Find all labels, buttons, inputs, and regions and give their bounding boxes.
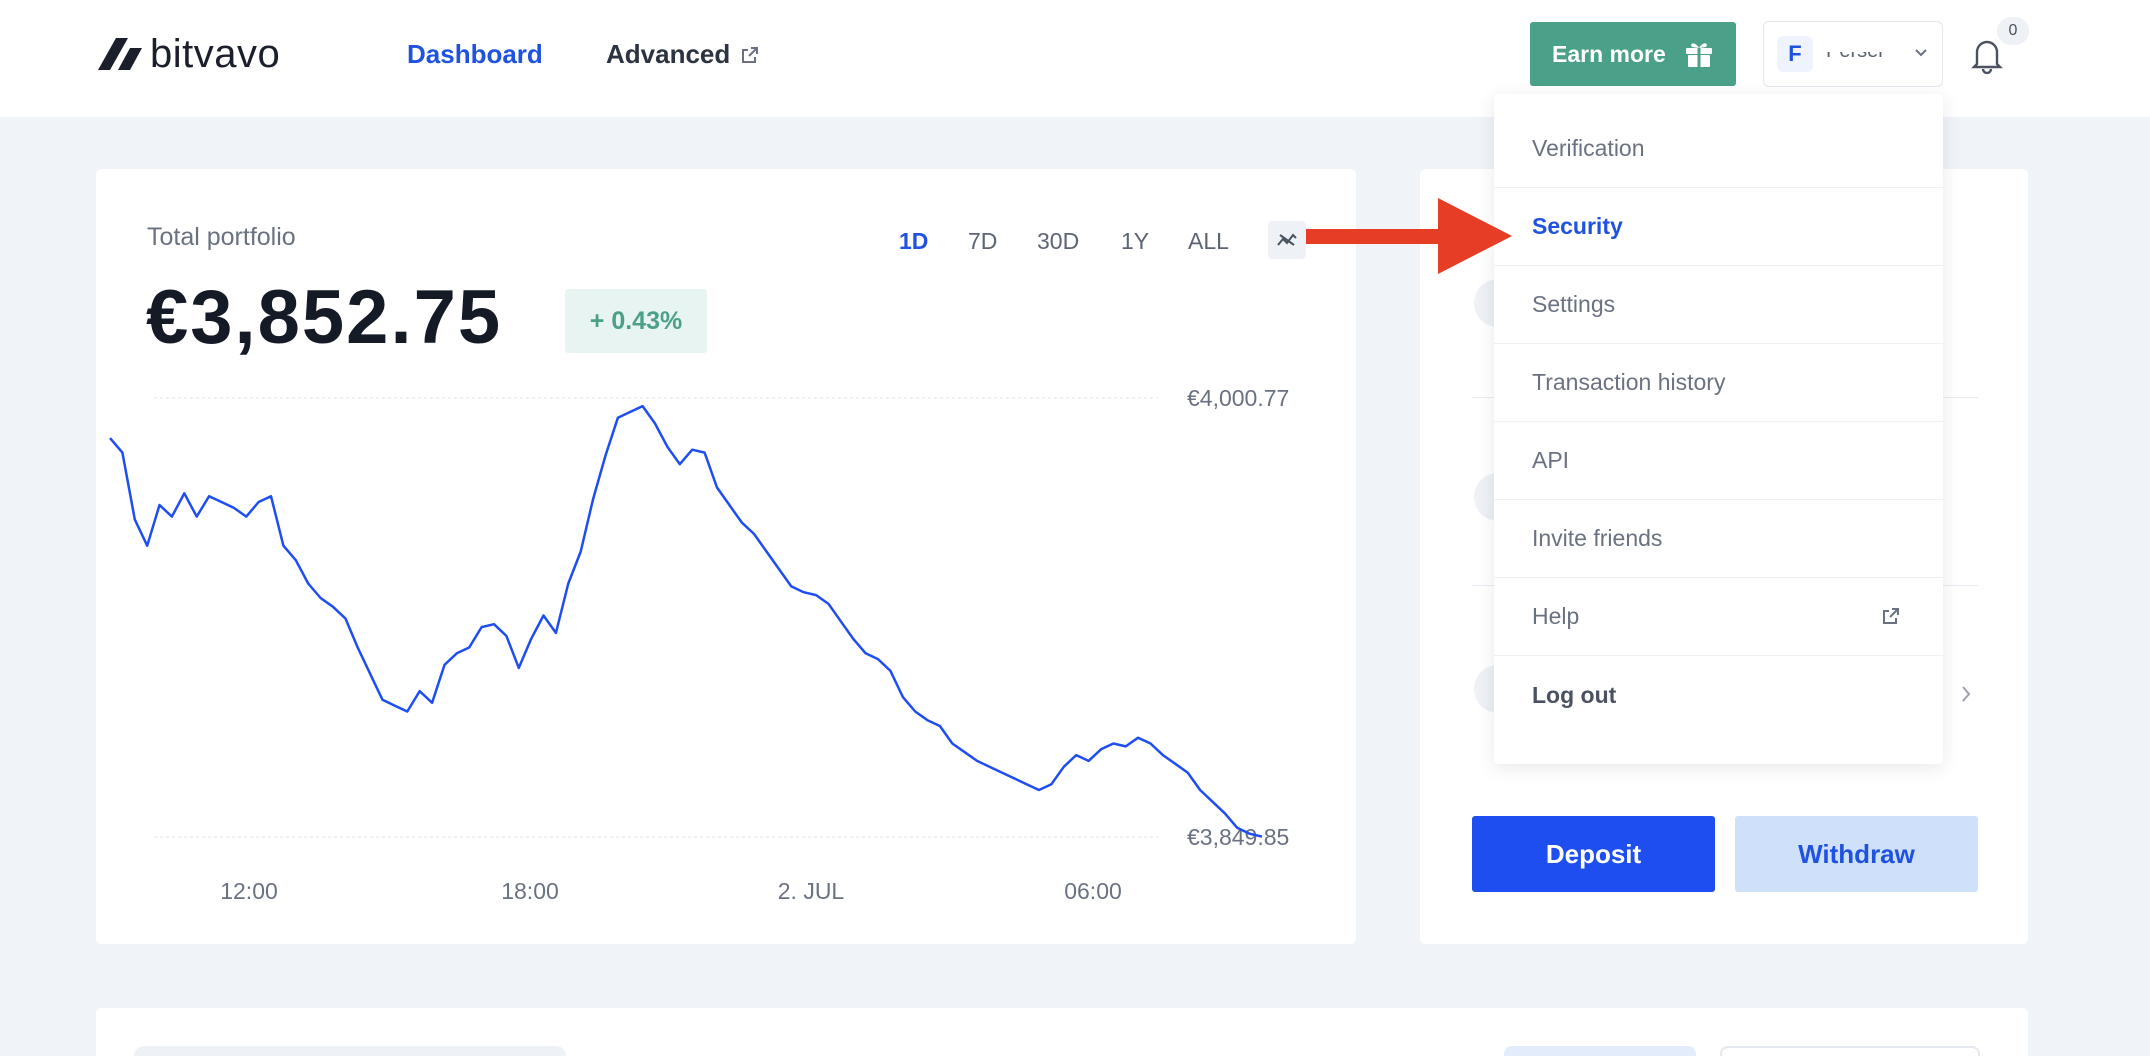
avatar: F: [1777, 36, 1813, 72]
external-link-icon: [742, 47, 759, 63]
menu-item-security[interactable]: Security: [1494, 188, 1943, 266]
menu-item-help[interactable]: Help: [1494, 578, 1943, 656]
assets-filter-placeholder: [1504, 1046, 1696, 1056]
deposit-button[interactable]: Deposit: [1472, 816, 1715, 892]
earn-more-label: Earn more: [1552, 40, 1666, 67]
menu-item-log-out[interactable]: Log out: [1494, 656, 1943, 734]
withdraw-button[interactable]: Withdraw: [1735, 816, 1978, 892]
menu-item-label: Verification: [1532, 135, 1645, 161]
portfolio-value-line: [109, 404, 1263, 838]
menu-item-label: Security: [1532, 213, 1623, 239]
menu-item-invite-friends[interactable]: Invite friends: [1494, 500, 1943, 578]
x-tick-label: 12:00: [220, 878, 278, 904]
annotation-arrow-icon: [1306, 198, 1512, 274]
assets-search-placeholder: [134, 1046, 566, 1056]
logo-text: bitvavo: [150, 32, 281, 76]
x-tick-label: 06:00: [1064, 878, 1122, 904]
menu-item-api[interactable]: API: [1494, 422, 1943, 500]
notification-count-badge: 0: [1997, 17, 2029, 45]
bell-icon[interactable]: [1969, 36, 2005, 74]
bitvavo-logo-icon: [98, 38, 142, 70]
chevron-down-icon: [1915, 49, 1927, 57]
chevron-right-icon[interactable]: [1960, 684, 1972, 704]
menu-item-label: Settings: [1532, 291, 1616, 317]
external-link-icon: [1883, 608, 1899, 624]
menu-item-label: API: [1532, 447, 1570, 473]
account-menu-button[interactable]: F Persei: [1763, 21, 1943, 87]
account-name: Persei: [1826, 40, 1883, 62]
menu-item-settings[interactable]: Settings: [1494, 266, 1943, 344]
y-max-label: €4,000.77: [1187, 385, 1289, 411]
portfolio-card: Total portfolio €3,852.75 + 0.43% 1D 7D …: [96, 169, 1356, 944]
portfolio-chart: €4,000.77 €3,849.85 12:00 18:00 2. JUL 0…: [109, 385, 1289, 904]
menu-item-transaction-history[interactable]: Transaction history: [1494, 344, 1943, 422]
gift-icon: [1685, 43, 1712, 67]
menu-item-label: Invite friends: [1532, 525, 1663, 551]
nav-dashboard[interactable]: Dashboard: [407, 38, 543, 70]
bitvavo-logo[interactable]: bitvavo: [98, 34, 280, 74]
x-tick-label: 18:00: [501, 878, 559, 904]
earn-more-button[interactable]: Earn more: [1530, 22, 1736, 86]
menu-item-verification[interactable]: Verification: [1494, 110, 1943, 188]
x-tick-label: 2. JUL: [778, 878, 845, 904]
assets-sort-placeholder: [1720, 1046, 1980, 1056]
menu-item-label: Transaction history: [1532, 369, 1726, 395]
assets-card: [96, 1008, 2028, 1056]
account-dropdown-menu: Verification Security Settings Transacti…: [1494, 94, 1943, 764]
nav-advanced-label: Advanced: [606, 39, 731, 69]
menu-item-label: Help: [1532, 603, 1580, 629]
nav-advanced[interactable]: Advanced: [606, 38, 760, 70]
menu-item-label: Log out: [1532, 681, 1617, 708]
